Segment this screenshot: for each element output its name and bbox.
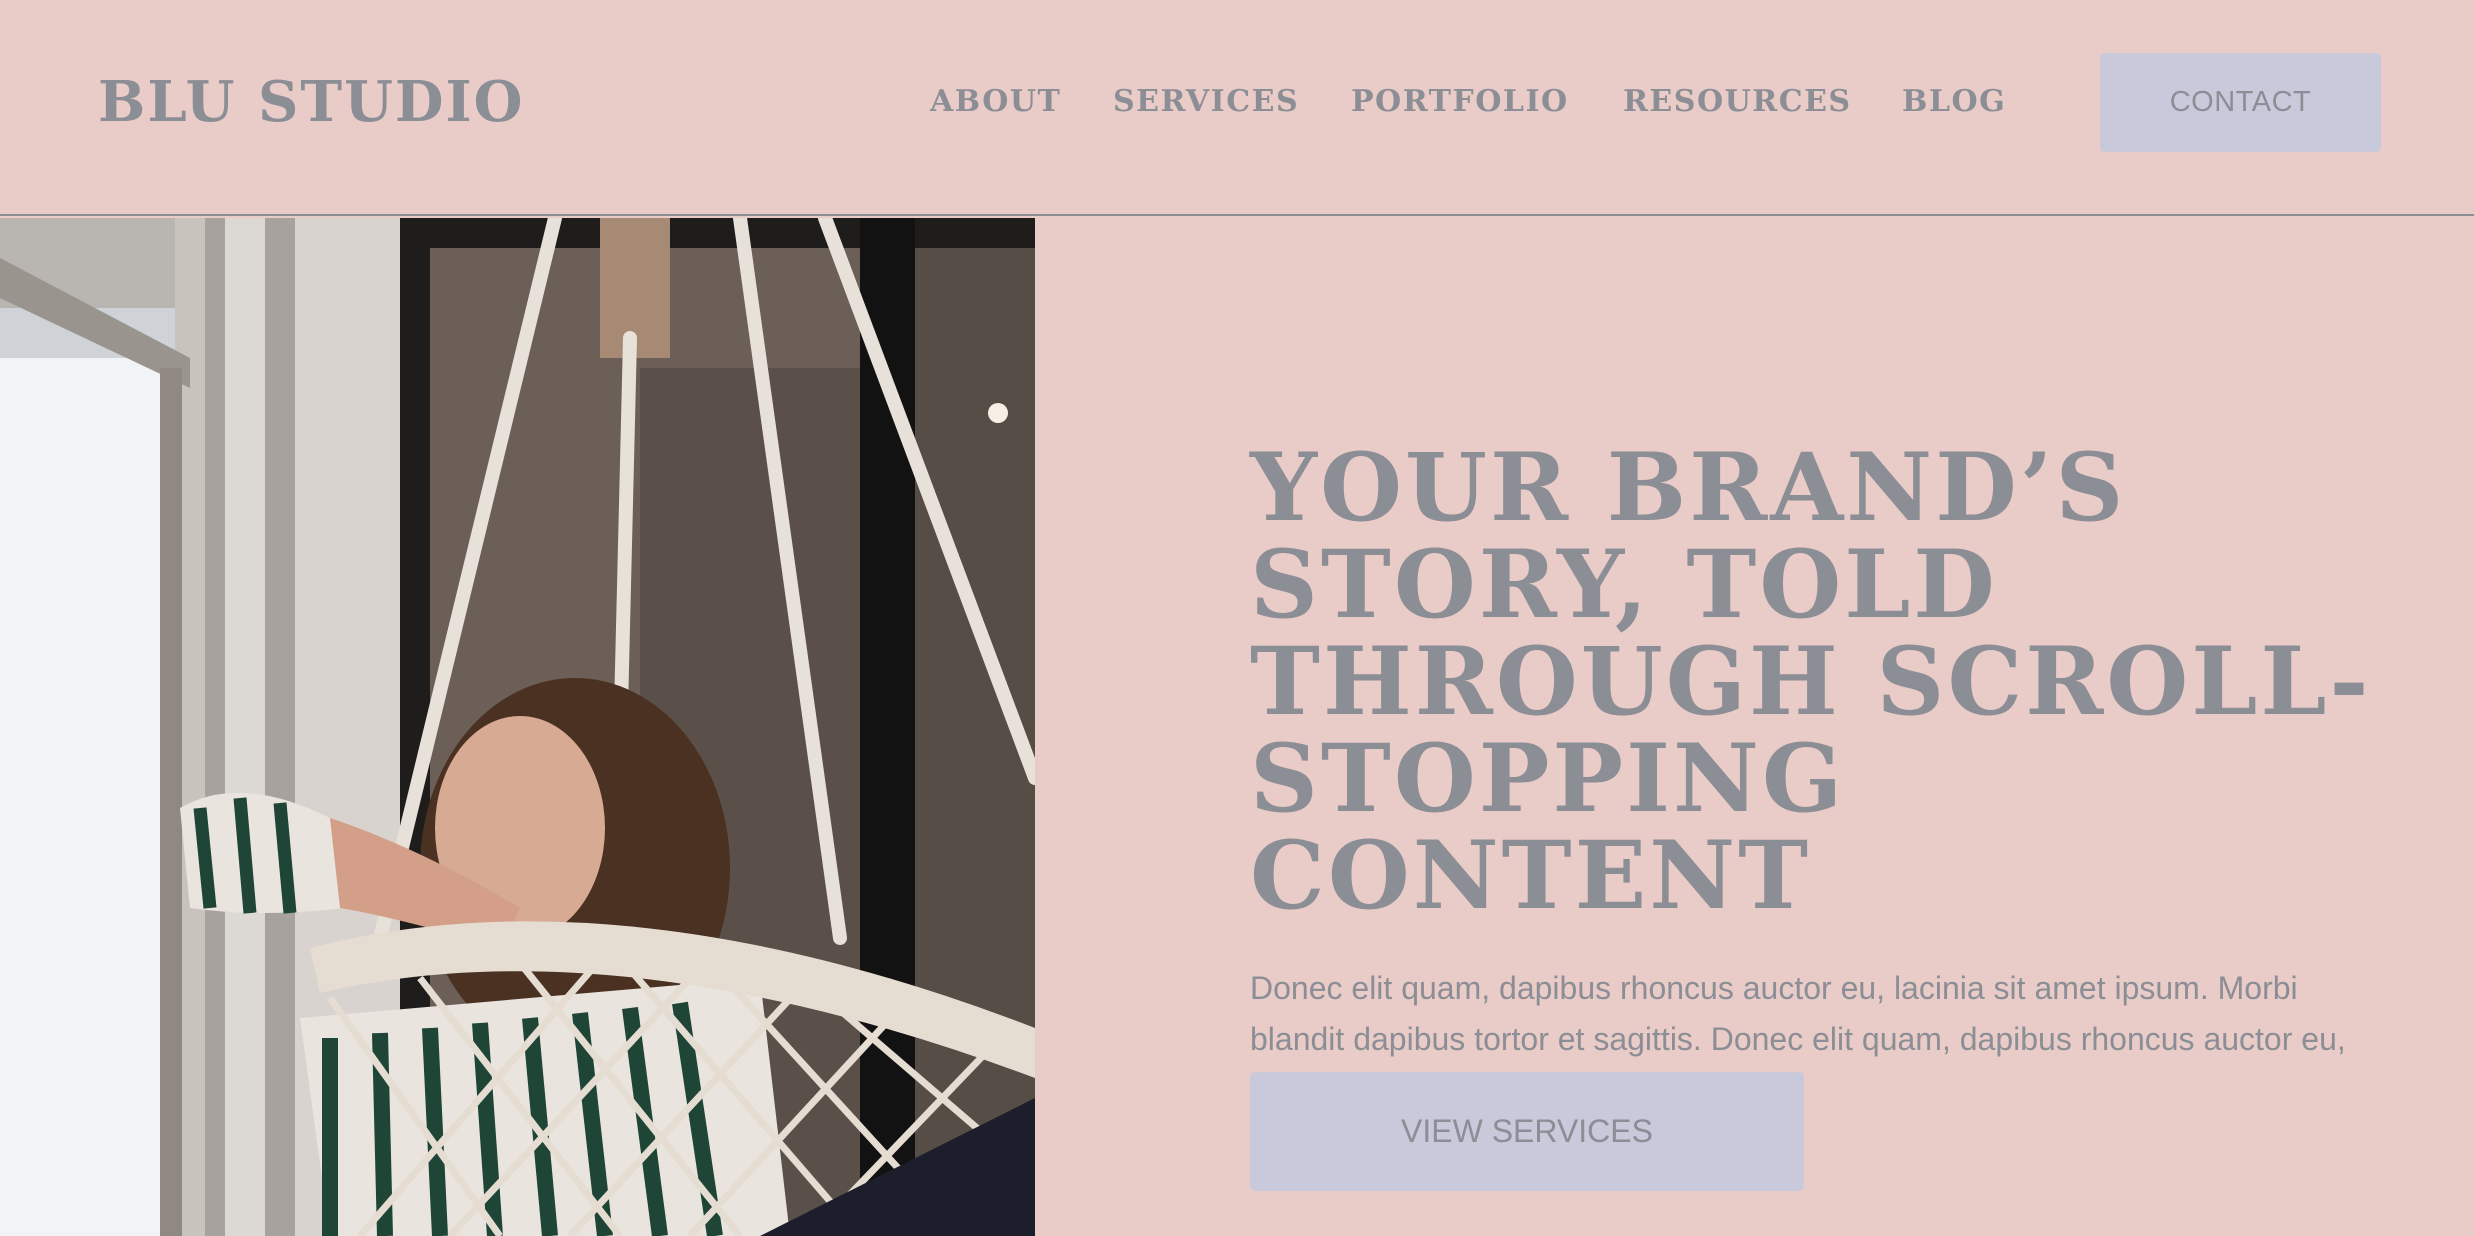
contact-button[interactable]: CONTACT [2100, 53, 2381, 152]
nav-portfolio[interactable]: PORTFOLIO [1351, 78, 1569, 126]
hero-content: YOUR BRAND’S STORY, TOLD THROUGH SCROLL-… [1250, 440, 2430, 1116]
site-logo[interactable]: BLU STUDIO [98, 62, 524, 142]
site-header: BLU STUDIO ABOUT SERVICES PORTFOLIO RESO… [0, 0, 2474, 216]
view-services-button[interactable]: VIEW SERVICES [1250, 1072, 1804, 1191]
hero-image [0, 218, 1035, 1236]
nav-about[interactable]: ABOUT [930, 78, 1061, 126]
hero-headline: YOUR BRAND’S STORY, TOLD THROUGH SCROLL-… [1250, 433, 2372, 931]
nav-blog[interactable]: BLOG [1902, 78, 2006, 126]
nav-resources[interactable]: RESOURCES [1623, 78, 1852, 126]
nav-services[interactable]: SERVICES [1113, 78, 1299, 126]
